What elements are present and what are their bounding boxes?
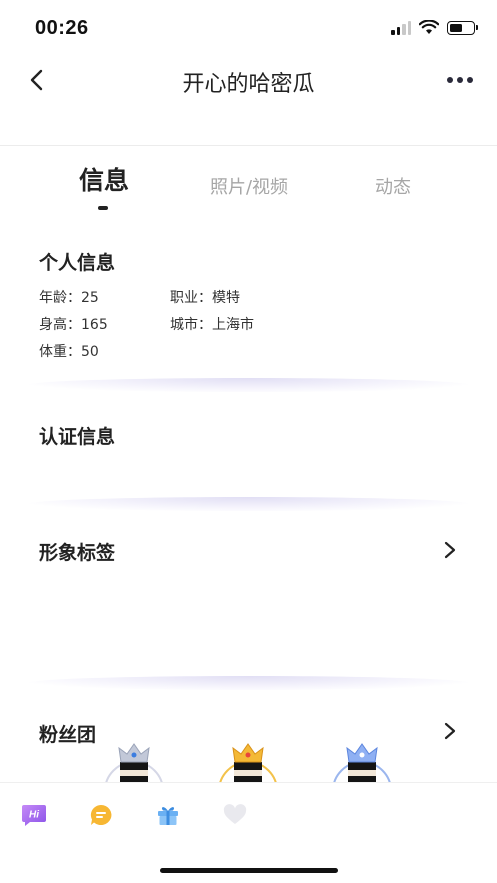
avatar <box>234 762 262 784</box>
section-divider <box>28 676 469 690</box>
avatar <box>120 762 148 784</box>
tab-photos-videos[interactable]: 照片/视频 <box>200 173 298 199</box>
bottom-action-bar: Hi <box>0 782 497 883</box>
info-height: 身高：165 <box>39 317 108 333</box>
status-bar: 00:26 <box>0 0 497 56</box>
hi-icon-label: Hi <box>29 810 39 821</box>
personal-info-title: 个人信息 <box>39 252 116 274</box>
hi-icon[interactable]: Hi <box>21 803 47 827</box>
status-time: 00:26 <box>35 17 89 39</box>
header-divider <box>0 145 497 146</box>
silver-crown-icon <box>118 743 150 763</box>
page-title: 开心的哈密瓜 <box>182 72 315 97</box>
cellular-signal-icon <box>391 20 411 35</box>
tab-active-indicator <box>98 206 108 210</box>
heart-icon[interactable] <box>222 803 248 827</box>
info-age: 年龄：25 <box>39 290 99 306</box>
blue-crown-icon <box>346 743 378 763</box>
status-icons <box>391 20 478 35</box>
battery-icon <box>447 20 478 35</box>
section-divider <box>28 497 469 511</box>
tab-bar: 信息 照片/视频 动态 <box>0 163 497 213</box>
section-divider <box>28 378 469 392</box>
info-job: 职业：模特 <box>170 290 240 306</box>
more-dots-icon[interactable] <box>445 68 475 92</box>
fan-avatar[interactable] <box>218 742 278 821</box>
nav-bar: 开心的哈密瓜 <box>0 56 497 106</box>
chevron-right-icon[interactable] <box>443 540 457 560</box>
home-indicator <box>160 868 338 873</box>
info-weight: 体重：50 <box>39 344 99 360</box>
fan-club-title[interactable]: 粉丝团 <box>39 720 96 747</box>
tab-moments[interactable]: 动态 <box>368 173 418 199</box>
fan-avatar[interactable] <box>332 742 392 821</box>
chat-icon[interactable] <box>88 803 114 827</box>
fan-avatar[interactable] <box>104 742 164 821</box>
info-city: 城市：上海市 <box>170 317 254 333</box>
tab-info[interactable]: 信息 <box>75 161 133 197</box>
image-tags-title[interactable]: 形象标签 <box>39 538 115 565</box>
chevron-right-icon[interactable] <box>443 721 457 741</box>
gold-crown-icon <box>232 743 264 763</box>
wifi-icon <box>419 20 439 34</box>
gift-icon[interactable] <box>155 803 181 827</box>
avatar <box>348 762 376 784</box>
verification-title: 认证信息 <box>39 426 116 448</box>
